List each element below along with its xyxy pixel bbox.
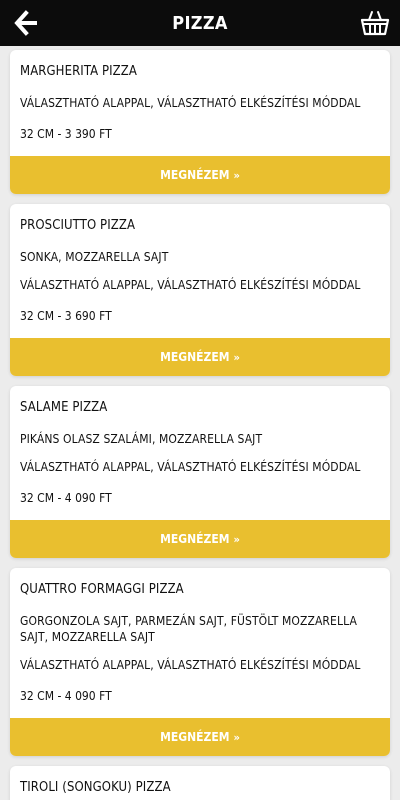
chevron-double-right-icon: » — [233, 350, 240, 364]
product-card: SALAME PIZZA PIKÁNS OLASZ SZALÁMI, MOZZA… — [10, 386, 390, 558]
view-button-label: MEGNÉZEM — [160, 532, 230, 546]
arrow-left-icon — [14, 10, 37, 36]
product-options: VÁLASZTHATÓ ALAPPAL, VÁLASZTHATÓ ELKÉSZÍ… — [20, 278, 361, 292]
product-price: 32 CM - 4 090 FT — [20, 689, 112, 703]
product-ingredients: GORGONZOLA SAJT, PARMEZÁN SAJT, FÜSTÖLT … — [20, 614, 357, 644]
view-button[interactable]: MEGNÉZEM » — [10, 156, 390, 194]
view-button-label: MEGNÉZEM — [160, 730, 230, 744]
product-options: VÁLASZTHATÓ ALAPPAL, VÁLASZTHATÓ ELKÉSZÍ… — [20, 96, 361, 110]
view-button-label: MEGNÉZEM — [160, 350, 230, 364]
product-name: SALAME PIZZA — [20, 400, 108, 415]
page-title: PIZZA — [172, 12, 228, 34]
cart-button[interactable] — [360, 8, 390, 38]
product-options: VÁLASZTHATÓ ALAPPAL, VÁLASZTHATÓ ELKÉSZÍ… — [20, 658, 361, 672]
view-button[interactable]: MEGNÉZEM » — [10, 520, 390, 558]
product-price: 32 CM - 4 090 FT — [20, 491, 112, 505]
product-name: PROSCIUTTO PIZZA — [20, 218, 136, 233]
product-ingredients: SONKA, MOZZARELLA SAJT — [20, 250, 169, 264]
view-button[interactable]: MEGNÉZEM » — [10, 338, 390, 376]
product-list[interactable]: MARGHERITA PIZZA VÁLASZTHATÓ ALAPPAL, VÁ… — [0, 46, 400, 800]
product-price: 32 CM - 3 390 FT — [20, 127, 112, 141]
product-card: MARGHERITA PIZZA VÁLASZTHATÓ ALAPPAL, VÁ… — [10, 50, 390, 194]
product-name: QUATTRO FORMAGGI PIZZA — [20, 582, 184, 597]
view-button-label: MEGNÉZEM — [160, 168, 230, 182]
view-button[interactable]: MEGNÉZEM » — [10, 718, 390, 756]
chevron-double-right-icon: » — [233, 532, 240, 546]
product-card: TIROLI (SONGOKU) PIZZA — [10, 766, 390, 800]
chevron-double-right-icon: » — [233, 168, 240, 182]
product-name: MARGHERITA PIZZA — [20, 64, 138, 79]
product-options: VÁLASZTHATÓ ALAPPAL, VÁLASZTHATÓ ELKÉSZÍ… — [20, 460, 361, 474]
back-button[interactable] — [14, 10, 42, 36]
top-app-bar: PIZZA — [0, 0, 400, 46]
chevron-double-right-icon: » — [233, 730, 240, 744]
product-card: PROSCIUTTO PIZZA SONKA, MOZZARELLA SAJT … — [10, 204, 390, 376]
basket-icon — [360, 11, 390, 36]
product-ingredients: PIKÁNS OLASZ SZALÁMI, MOZZARELLA SAJT — [20, 432, 263, 446]
product-card: QUATTRO FORMAGGI PIZZA GORGONZOLA SAJT, … — [10, 568, 390, 756]
product-name: TIROLI (SONGOKU) PIZZA — [20, 780, 171, 795]
product-price: 32 CM - 3 690 FT — [20, 309, 112, 323]
